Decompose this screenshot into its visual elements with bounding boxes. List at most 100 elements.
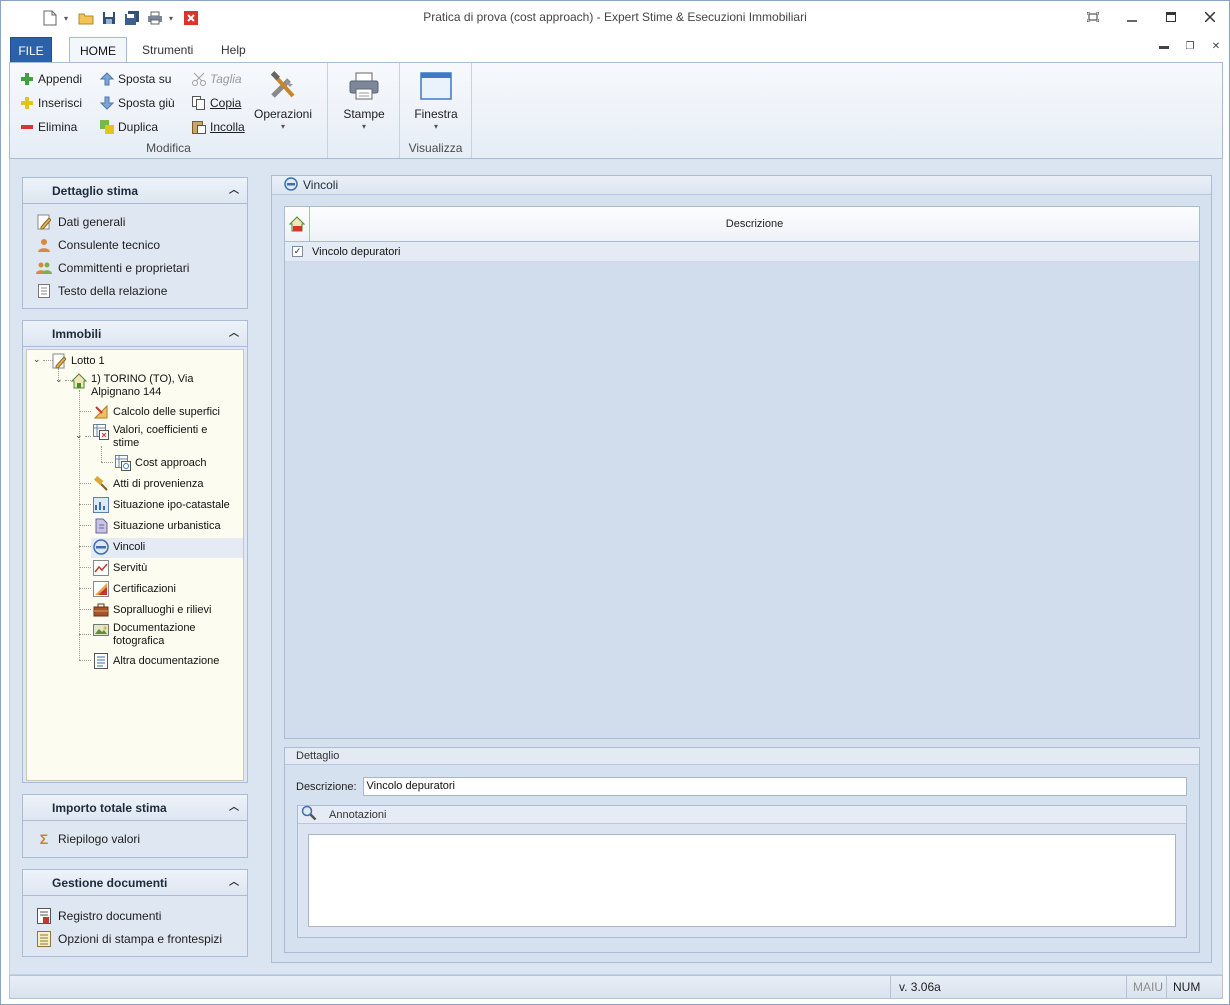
status-num: NUM: [1166, 976, 1206, 998]
taglia-button[interactable]: Taglia: [192, 69, 242, 89]
mdi-controls: ▬ ❐ ✕: [1151, 41, 1229, 52]
vincoli-panel: Vincoli Descrizione ✓ Vincolo depuratori…: [271, 175, 1212, 963]
panel-header[interactable]: Immobili ︿: [23, 321, 247, 347]
tree-calcolo-superfici[interactable]: Calcolo delle superfici: [93, 404, 220, 420]
calculator-sheet-icon: [115, 455, 131, 471]
group-visualizza-label: Visualizza: [408, 141, 463, 155]
sidebar-item-consulente[interactable]: Consulente tecnico: [23, 233, 247, 256]
plus-green-icon: [20, 72, 34, 86]
expand-immobile-icon[interactable]: ⌄: [55, 374, 63, 385]
tree-valori[interactable]: Valori, coefficienti e stime: [93, 424, 233, 450]
mdi-restore-icon[interactable]: ❐: [1177, 41, 1203, 52]
elimina-button[interactable]: Elimina: [20, 117, 77, 137]
stampe-button[interactable]: Stampe ▾: [331, 69, 397, 131]
vincoli-header: Vincoli: [272, 176, 1211, 195]
annotazioni-header: Annotazioni: [298, 805, 1186, 824]
row-checkbox[interactable]: ✓: [292, 246, 303, 257]
minus-red-icon: [20, 120, 34, 134]
collapse-icon[interactable]: ︿: [229, 870, 239, 896]
annotazioni-textarea[interactable]: [308, 834, 1176, 927]
mdi-minimize-icon[interactable]: ▬: [1151, 41, 1177, 52]
incolla-button[interactable]: Incolla: [192, 117, 245, 137]
sidebar-item-riepilogo-valori[interactable]: Σ Riepilogo valori: [23, 827, 247, 850]
tree-certificazioni[interactable]: Certificazioni: [93, 581, 176, 597]
line-chart-icon: [93, 560, 109, 576]
sidebar-item-committenti[interactable]: Committenti e proprietari: [23, 256, 247, 279]
collapse-icon[interactable]: ︿: [229, 178, 239, 204]
copy-icon: [192, 96, 206, 110]
tree-atti-provenienza[interactable]: Atti di provenienza: [93, 476, 204, 492]
collapse-icon[interactable]: ︿: [229, 795, 239, 821]
workspace: Dettaglio stima ︿ Dati generali Consulen…: [9, 159, 1223, 975]
window-title: Pratica di prova (cost approach) - Exper…: [423, 10, 807, 24]
status-version: v. 3.06a: [890, 976, 1126, 998]
dettaglio-title: Dettaglio: [285, 748, 1199, 765]
scissors-icon: [192, 72, 206, 86]
tree-situazione-ipo-catastale[interactable]: Situazione ipo-catastale: [93, 497, 230, 513]
tab-file[interactable]: FILE: [10, 37, 52, 63]
tree-vincoli[interactable]: Vincoli: [91, 538, 243, 558]
document-list-icon: [93, 653, 109, 669]
app-window: ▾ ▾ Pratica di prova (cost approach) - E…: [0, 0, 1230, 1005]
tree-altra-documentazione[interactable]: Altra documentazione: [93, 653, 219, 669]
sposta-su-button[interactable]: Sposta su: [100, 69, 171, 89]
text-document-icon: [36, 283, 52, 299]
tree-sopralluoghi[interactable]: Sopralluoghi e rilievi: [93, 602, 211, 618]
title-bar: ▾ ▾ Pratica di prova (cost approach) - E…: [1, 1, 1229, 35]
annotazioni-group: Annotazioni: [297, 805, 1187, 938]
finestra-button[interactable]: Finestra ▾: [403, 69, 469, 131]
photo-icon: [93, 622, 109, 638]
inserisci-button[interactable]: Inserisci: [20, 93, 82, 113]
mdi-close-icon[interactable]: ✕: [1203, 41, 1229, 52]
tab-home[interactable]: HOME: [69, 37, 127, 64]
duplica-button[interactable]: Duplica: [100, 117, 158, 137]
tree-situazione-urbanistica[interactable]: Situazione urbanistica: [93, 518, 221, 534]
fullscreen-icon[interactable]: [1073, 5, 1112, 29]
house-icon: [71, 373, 87, 389]
no-entry-icon: [284, 176, 298, 194]
print-options-icon: [36, 930, 52, 947]
window-icon: [419, 69, 453, 103]
group-visualizza: Finestra ▾ Visualizza: [400, 63, 472, 158]
descrizione-label: Descrizione:: [296, 780, 357, 793]
operazioni-button[interactable]: Operazioni ▾: [250, 69, 316, 131]
users-icon: [36, 260, 52, 276]
close-window-icon[interactable]: [1190, 5, 1229, 29]
maximize-icon[interactable]: [1151, 5, 1190, 29]
sigma-icon: Σ: [39, 830, 49, 847]
minimize-icon[interactable]: [1112, 5, 1151, 29]
table-row[interactable]: ✓ Vincolo depuratori: [285, 242, 1199, 262]
tab-help[interactable]: Help: [211, 37, 256, 63]
stampe-dropdown-icon: ▾: [361, 122, 366, 131]
panel-header[interactable]: Gestione documenti ︿: [23, 870, 247, 896]
house-filter-icon[interactable]: [285, 207, 310, 241]
sidebar-item-dati-generali[interactable]: Dati generali: [23, 210, 247, 233]
plus-yellow-icon: [20, 96, 34, 110]
sidebar-item-testo[interactable]: Testo della relazione: [23, 279, 247, 302]
arrow-up-icon: [100, 72, 114, 86]
copia-button[interactable]: Copia: [192, 93, 241, 113]
grid-header: Descrizione: [285, 207, 1199, 242]
tree-documentazione-fotografica[interactable]: Documentazione fotografica: [93, 622, 233, 648]
panel-header[interactable]: Importo totale stima ︿: [23, 795, 247, 821]
tab-strumenti[interactable]: Strumenti: [132, 37, 203, 63]
magnifier-icon[interactable]: [301, 805, 317, 824]
tools-icon: [266, 69, 300, 103]
expand-lotto-icon[interactable]: ⌄: [33, 354, 41, 365]
arrow-down-icon: [100, 96, 114, 110]
sposta-giu-button[interactable]: Sposta giù: [100, 93, 175, 113]
sidebar-item-opzioni-stampa[interactable]: Opzioni di stampa e frontespizi: [23, 927, 247, 950]
appendi-button[interactable]: Appendi: [20, 69, 82, 89]
panel-dettaglio-stima: Dettaglio stima ︿ Dati generali Consulen…: [22, 177, 248, 309]
expand-valori-icon[interactable]: ⌄: [75, 430, 83, 441]
tree-servitu[interactable]: Servitù: [93, 560, 147, 576]
tree-immobile[interactable]: 1) TORINO (TO), Via Alpignano 144: [71, 373, 201, 399]
tree-lotto[interactable]: Lotto 1: [51, 353, 105, 369]
panel-header[interactable]: Dettaglio stima ︿: [23, 178, 247, 204]
map-chart-icon: [93, 497, 109, 513]
tree-cost-approach[interactable]: Cost approach: [115, 455, 207, 471]
descrizione-field[interactable]: Vincolo depuratori: [362, 777, 1187, 796]
collapse-icon[interactable]: ︿: [229, 321, 239, 347]
column-header-descrizione[interactable]: Descrizione: [310, 207, 1199, 241]
sidebar-item-registro-documenti[interactable]: Registro documenti: [23, 904, 247, 927]
